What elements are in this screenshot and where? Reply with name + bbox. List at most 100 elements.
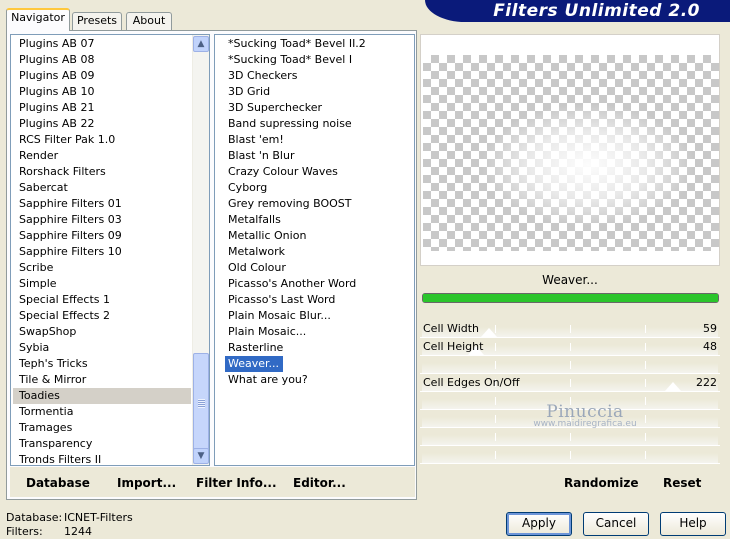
category-item[interactable]: Tile & Mirror bbox=[13, 372, 191, 388]
category-item[interactable]: Tormentia bbox=[13, 404, 191, 420]
slider-marker[interactable] bbox=[480, 328, 497, 337]
slider-tick bbox=[570, 379, 571, 387]
import-button[interactable]: Import... bbox=[117, 476, 176, 490]
slider-tick bbox=[645, 451, 646, 459]
filter-row: Band supressing noise bbox=[225, 116, 414, 132]
filter-item[interactable]: Plain Mosaic Blur... bbox=[225, 308, 331, 324]
filter-item[interactable]: 3D Grid bbox=[225, 84, 270, 100]
category-item[interactable]: Plugins AB 21 bbox=[13, 100, 191, 116]
category-item[interactable]: Plugins AB 10 bbox=[13, 84, 191, 100]
category-item[interactable]: Special Effects 1 bbox=[13, 292, 191, 308]
filter-item[interactable]: 3D Superchecker bbox=[225, 100, 322, 116]
filter-items: *Sucking Toad* Bevel II.2 *Sucking Toad* … bbox=[225, 36, 414, 388]
filter-item[interactable]: Picasso's Last Word bbox=[225, 292, 335, 308]
category-item[interactable]: Special Effects 2 bbox=[13, 308, 191, 324]
watermark: Pinuccia www.maidiregrafica.eu bbox=[520, 402, 650, 429]
filter-item[interactable]: What are you? bbox=[225, 372, 308, 388]
filter-item[interactable]: *Sucking Toad* Bevel II.2 bbox=[225, 36, 366, 52]
help-button[interactable]: Help bbox=[660, 512, 726, 536]
category-item[interactable]: Toadies bbox=[13, 388, 191, 404]
category-scrollbar[interactable]: ▲ ▼ bbox=[192, 35, 209, 465]
slider-marker[interactable] bbox=[664, 382, 681, 391]
filter-list[interactable]: *Sucking Toad* Bevel II.2 *Sucking Toad* … bbox=[214, 34, 415, 466]
tab-presets[interactable]: Presets bbox=[72, 12, 122, 30]
category-item[interactable]: Sybia bbox=[13, 340, 191, 356]
preview-image[interactable] bbox=[423, 55, 719, 251]
filter-row: 3D Superchecker bbox=[225, 100, 414, 116]
category-item[interactable]: Sabercat bbox=[13, 180, 191, 196]
grip-icon bbox=[198, 399, 205, 408]
database-button[interactable]: Database bbox=[26, 476, 90, 490]
filter-item[interactable]: Old Colour bbox=[225, 260, 286, 276]
category-item[interactable]: Tronds Filters II bbox=[13, 452, 191, 465]
category-item[interactable]: Transparency bbox=[13, 436, 191, 452]
filter-item[interactable]: Picasso's Another Word bbox=[225, 276, 356, 292]
category-item[interactable]: Plugins AB 22 bbox=[13, 116, 191, 132]
filter-item[interactable]: Weaver... bbox=[225, 356, 284, 372]
scrollbar-thumb[interactable] bbox=[193, 353, 209, 455]
slider-tick bbox=[570, 451, 571, 459]
category-item[interactable]: Render bbox=[13, 148, 191, 164]
category-item[interactable]: Sapphire Filters 03 bbox=[13, 212, 191, 228]
filter-item[interactable]: Metalfalls bbox=[225, 212, 281, 228]
category-item[interactable]: Plugins AB 08 bbox=[13, 52, 191, 68]
param-label: Cell Height bbox=[423, 340, 484, 353]
progress-bar bbox=[422, 293, 719, 303]
param-label: Cell Edges On/Off bbox=[423, 376, 520, 389]
param-slider[interactable]: Cell Width 59 bbox=[420, 320, 720, 338]
filter-row: *Sucking Toad* Bevel I bbox=[225, 52, 414, 68]
slider-tick bbox=[495, 451, 496, 459]
slider-tick bbox=[570, 433, 571, 441]
slider-tick bbox=[570, 325, 571, 333]
category-item[interactable]: RCS Filter Pak 1.0 bbox=[13, 132, 191, 148]
filter-info-button[interactable]: Filter Info... bbox=[196, 476, 277, 490]
filter-row: Crazy Colour Waves bbox=[225, 164, 414, 180]
category-item[interactable]: Sapphire Filters 01 bbox=[13, 196, 191, 212]
category-item[interactable]: Simple bbox=[13, 276, 191, 292]
category-item[interactable]: Tramages bbox=[13, 420, 191, 436]
reset-button[interactable]: Reset bbox=[663, 476, 701, 490]
filter-item[interactable]: Band supressing noise bbox=[225, 116, 352, 132]
category-item[interactable]: Plugins AB 09 bbox=[13, 68, 191, 84]
filter-item[interactable]: Metallic Onion bbox=[225, 228, 306, 244]
filter-item[interactable]: Rasterline bbox=[225, 340, 283, 356]
preview-panel bbox=[420, 34, 720, 266]
filter-item[interactable]: Blast 'n Blur bbox=[225, 148, 294, 164]
param-slider[interactable]: Cell Edges On/Off 222 bbox=[420, 374, 720, 392]
filter-row: Old Colour bbox=[225, 260, 414, 276]
param-slider-empty[interactable] bbox=[420, 356, 720, 374]
category-item[interactable]: Sapphire Filters 10 bbox=[13, 244, 191, 260]
param-slider-empty[interactable] bbox=[420, 428, 720, 446]
filter-item[interactable]: Plain Mosaic... bbox=[225, 324, 306, 340]
filter-item[interactable]: Crazy Colour Waves bbox=[225, 164, 338, 180]
filter-row: Metallic Onion bbox=[225, 228, 414, 244]
randomize-button[interactable]: Randomize bbox=[564, 476, 638, 490]
apply-button[interactable]: Apply bbox=[506, 512, 572, 536]
param-slider[interactable]: Cell Height 48 bbox=[420, 338, 720, 356]
scroll-down-button[interactable]: ▼ bbox=[193, 448, 209, 464]
filter-item[interactable]: Cyborg bbox=[225, 180, 267, 196]
progress-fill bbox=[423, 294, 718, 302]
category-item[interactable]: Sapphire Filters 09 bbox=[13, 228, 191, 244]
filter-item[interactable]: Grey removing BOOST bbox=[225, 196, 351, 212]
category-item[interactable]: Rorshack Filters bbox=[13, 164, 191, 180]
tab-navigator[interactable]: Navigator bbox=[6, 8, 70, 31]
param-slider-empty[interactable] bbox=[420, 446, 720, 464]
filter-item[interactable]: Metalwork bbox=[225, 244, 285, 260]
tab-about[interactable]: About bbox=[126, 12, 172, 30]
filter-item[interactable]: Blast 'em! bbox=[225, 132, 284, 148]
category-item[interactable]: SwapShop bbox=[13, 324, 191, 340]
category-item[interactable]: Scribe bbox=[13, 260, 191, 276]
cancel-button[interactable]: Cancel bbox=[583, 512, 649, 536]
filter-item[interactable]: *Sucking Toad* Bevel I bbox=[225, 52, 352, 68]
app-title: Filters Unlimited 2.0 bbox=[493, 1, 700, 21]
category-item[interactable]: Plugins AB 07 bbox=[13, 36, 191, 52]
scroll-up-button[interactable]: ▲ bbox=[193, 36, 209, 52]
filter-row: Blast 'em! bbox=[225, 132, 414, 148]
filter-row: Weaver... bbox=[225, 356, 414, 372]
slider-tick bbox=[570, 343, 571, 351]
editor-button[interactable]: Editor... bbox=[293, 476, 346, 490]
filter-item[interactable]: 3D Checkers bbox=[225, 68, 297, 84]
category-list[interactable]: Plugins AB 07 Plugins AB 08 Plugins AB 09 P… bbox=[10, 34, 210, 466]
category-item[interactable]: Teph's Tricks bbox=[13, 356, 191, 372]
